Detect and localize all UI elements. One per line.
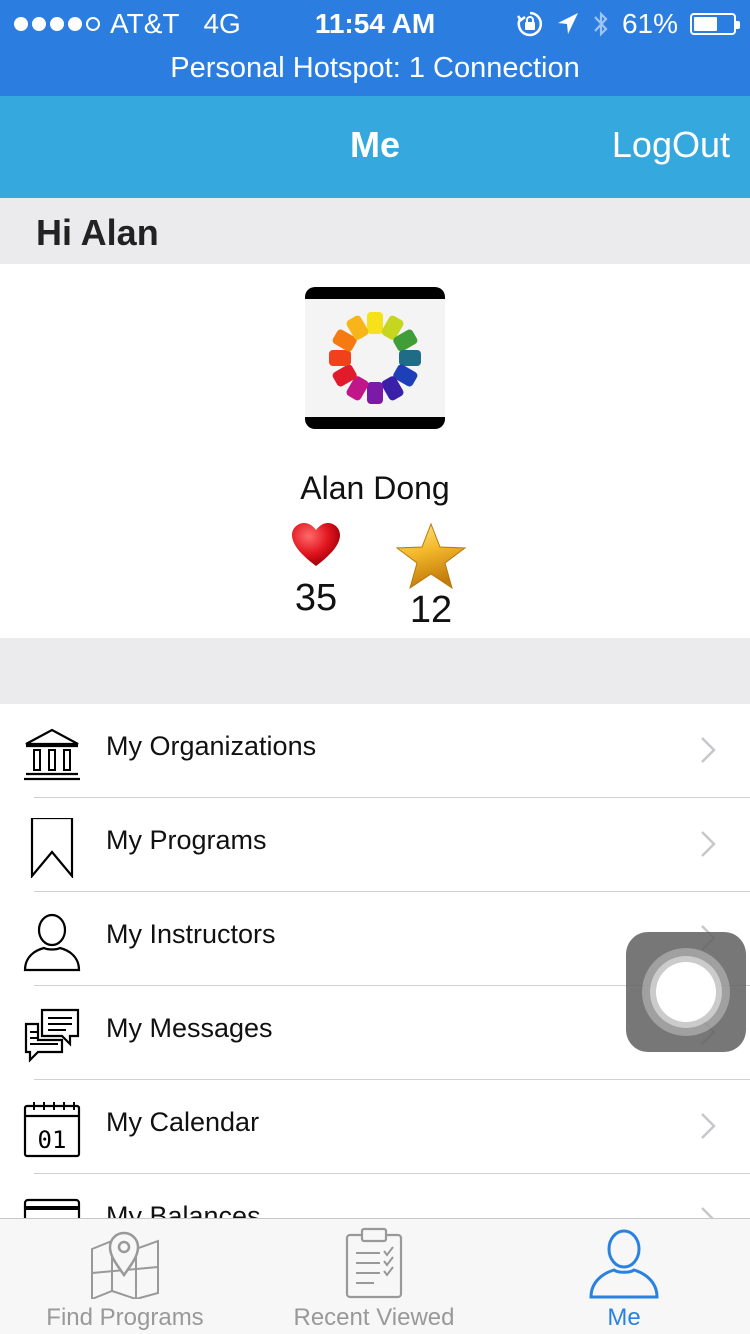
- card-icon: [23, 1198, 81, 1218]
- heart-icon: [292, 523, 340, 566]
- star-icon: [395, 522, 467, 590]
- location-arrow-icon: [557, 13, 578, 34]
- person-icon: [589, 1229, 659, 1299]
- tab-find-programs[interactable]: Find Programs: [30, 1219, 220, 1334]
- menu-item-calendar[interactable]: 01 My Calendar: [0, 1080, 750, 1174]
- nav-bar: Me LogOut: [0, 96, 750, 198]
- battery-percent: 61%: [621, 8, 678, 39]
- bluetooth-icon: [594, 11, 608, 37]
- map-pin-icon: [91, 1231, 159, 1299]
- chevron-right-icon: [701, 831, 716, 857]
- tab-me[interactable]: Me: [574, 1219, 674, 1334]
- assistive-touch-button[interactable]: [626, 932, 746, 1052]
- menu-item-balances[interactable]: My Balances: [0, 1174, 750, 1218]
- tab-recent-viewed[interactable]: Recent Viewed: [279, 1219, 469, 1334]
- greeting-text: Hi Alan: [36, 212, 159, 253]
- calendar-icon: 01: [23, 1102, 81, 1158]
- avatar[interactable]: [305, 287, 445, 429]
- menu-item-label: My Programs: [106, 825, 267, 855]
- chevron-right-icon: [701, 737, 716, 763]
- chevron-right-icon: [701, 1207, 714, 1218]
- menu-item-label: My Calendar: [106, 1107, 260, 1137]
- profile-name: Alan Dong: [300, 470, 450, 506]
- institution-icon: [24, 728, 80, 781]
- tab-label: Recent Viewed: [293, 1304, 455, 1331]
- tab-bar: Find Programs Recent Viewed Me: [0, 1218, 750, 1334]
- hotspot-banner[interactable]: Personal Hotspot: 1 Connection: [0, 52, 750, 85]
- status-bar: AT&T 4G 11:54 AM 61% Personal Hotspot: 1…: [0, 0, 750, 96]
- menu-item-label: My Organizations: [106, 731, 317, 761]
- likes-stat[interactable]: 35: [266, 522, 366, 620]
- logout-button[interactable]: LogOut: [612, 124, 730, 166]
- svg-text:01: 01: [38, 1126, 67, 1154]
- menu-item-label: My Balances: [106, 1201, 261, 1218]
- menu-item-label: My Messages: [106, 1013, 273, 1043]
- color-wheel-icon: [329, 312, 421, 404]
- profile-card: Alan Dong 35 12: [0, 264, 750, 638]
- clipboard-icon: [345, 1227, 403, 1299]
- rotation-lock-icon: [516, 11, 542, 37]
- greeting-header: Hi Alan: [0, 198, 750, 264]
- battery-icon: [690, 13, 740, 35]
- person-icon: [23, 913, 81, 972]
- menu-item-label: My Instructors: [106, 919, 276, 949]
- stars-count: 12: [409, 589, 453, 631]
- menu-item-organizations[interactable]: My Organizations: [0, 704, 750, 798]
- stars-stat[interactable]: 12: [381, 522, 481, 632]
- bookmark-icon: [30, 818, 74, 878]
- likes-count: 35: [294, 577, 338, 619]
- menu-item-programs[interactable]: My Programs: [0, 798, 750, 892]
- chevron-right-icon: [701, 1113, 716, 1139]
- tab-label: Me: [607, 1304, 641, 1331]
- tab-label: Find Programs: [46, 1304, 204, 1331]
- messages-icon: [24, 1008, 80, 1063]
- section-divider: [0, 638, 750, 704]
